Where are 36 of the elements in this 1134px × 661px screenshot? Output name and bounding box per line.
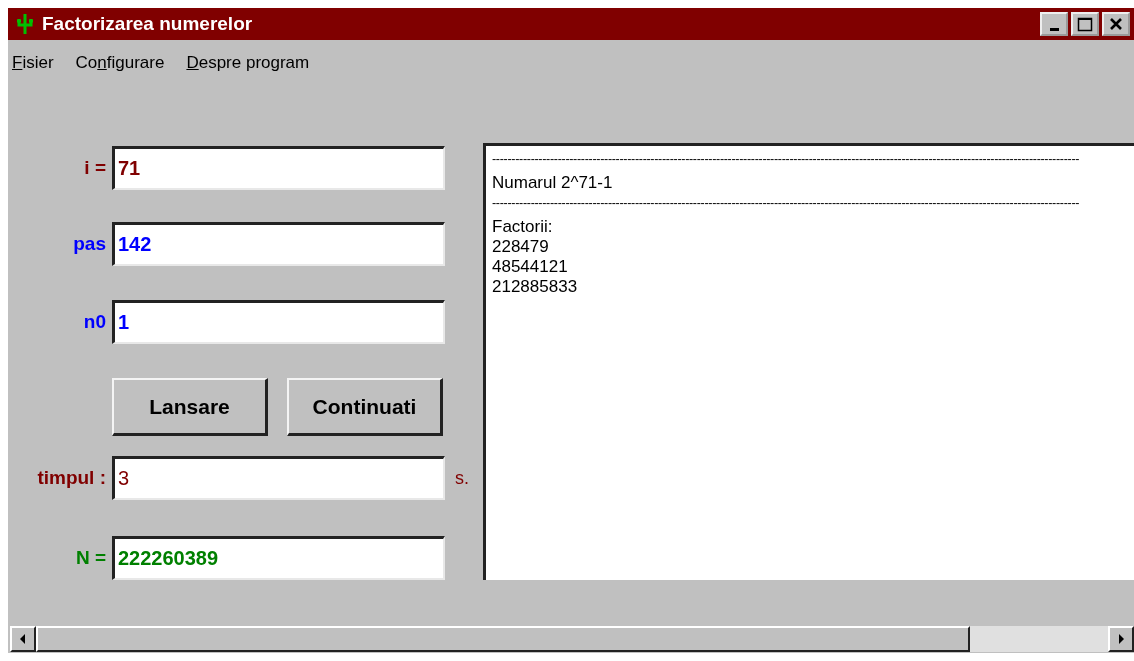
left-arrow-icon — [19, 633, 27, 645]
dashed-separator: -------------------------------------------------------------------------------------------------------------------------------------------------------- — [492, 197, 1081, 209]
input-field[interactable]: 222260389 — [112, 536, 445, 580]
app-icon — [16, 13, 34, 35]
menu-item[interactable]: Configurare — [75, 53, 165, 73]
output-line: 212885833 — [492, 277, 579, 297]
output-line: 228479 — [492, 237, 550, 257]
output-line: Numarul 2^71-1 — [492, 173, 614, 193]
input-field[interactable]: 3 — [112, 456, 445, 500]
menu-item[interactable]: Fisier — [12, 53, 54, 73]
unit-label: s. — [455, 467, 469, 489]
close-icon — [1108, 16, 1124, 32]
field-label: N = — [74, 547, 107, 569]
maximize-button[interactable] — [1071, 12, 1099, 36]
action-button[interactable]: Continuati — [287, 378, 443, 436]
field-label: timpul : — [36, 467, 107, 489]
right-arrow-icon — [1117, 633, 1125, 645]
maximize-icon — [1077, 16, 1093, 32]
scrollbar-thumb[interactable] — [36, 626, 970, 652]
action-button[interactable]: Lansare — [112, 378, 268, 436]
close-button[interactable] — [1102, 12, 1130, 36]
output-line: 48544121 — [492, 257, 569, 277]
input-field[interactable]: 142 — [112, 222, 445, 266]
scroll-left-button[interactable] — [10, 626, 36, 652]
menu-item[interactable]: Despre program — [186, 53, 310, 73]
input-field[interactable]: 1 — [112, 300, 445, 344]
field-label: i = — [83, 157, 107, 179]
minimize-button[interactable] — [1040, 12, 1068, 36]
input-field[interactable]: 71 — [112, 146, 445, 190]
dashed-separator: -------------------------------------------------------------------------------------------------------------------------------------------------------- — [492, 153, 1081, 165]
window-title: Factorizarea numerelor — [42, 13, 254, 35]
scroll-right-button[interactable] — [1108, 626, 1134, 652]
output-line: Factorii: — [492, 217, 554, 237]
field-label: n0 — [82, 311, 107, 333]
minimize-icon — [1049, 27, 1059, 31]
field-label: pas — [72, 233, 107, 255]
